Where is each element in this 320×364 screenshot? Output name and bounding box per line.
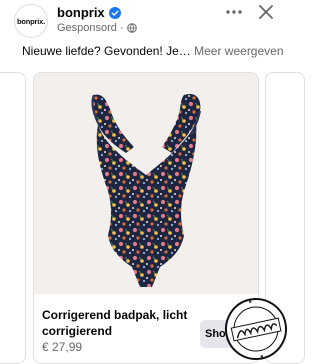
caption-text: Nieuwe liefde? Gevonden! Je… — [22, 44, 191, 58]
watermark-stamp — [225, 298, 287, 360]
post-caption: Nieuwe liefde? Gevonden! Je… Meer weerge… — [22, 44, 287, 58]
post-header: bonprix. bonprix Gesponsord · — [0, 0, 291, 42]
close-button[interactable] — [256, 2, 276, 22]
swimsuit-image — [91, 93, 201, 287]
verified-badge-icon — [108, 6, 121, 19]
page-name-row: bonprix — [57, 5, 121, 20]
page-name[interactable]: bonprix — [57, 5, 105, 20]
product-info: Corrigerend badpak, licht corrigierend €… — [42, 307, 202, 354]
close-icon — [259, 5, 273, 19]
avatar-logo-text: bonprix. — [17, 16, 45, 26]
product-price: € 27,99 — [42, 340, 83, 354]
carousel-card-previous[interactable] — [0, 72, 26, 364]
see-more-link[interactable]: Meer weergeven — [194, 44, 283, 58]
product-title[interactable]: Corrigerend badpak, licht corrigierend — [42, 307, 202, 339]
page-avatar[interactable]: bonprix. — [14, 4, 48, 38]
globe-icon — [126, 23, 137, 33]
sponsored-label[interactable]: Gesponsord — [57, 22, 117, 34]
post-meta: Gesponsord · — [57, 22, 137, 34]
more-options-icon — [226, 10, 242, 14]
more-options-button[interactable] — [222, 2, 246, 22]
product-image[interactable] — [34, 73, 258, 294]
meta-separator: · — [119, 22, 124, 34]
